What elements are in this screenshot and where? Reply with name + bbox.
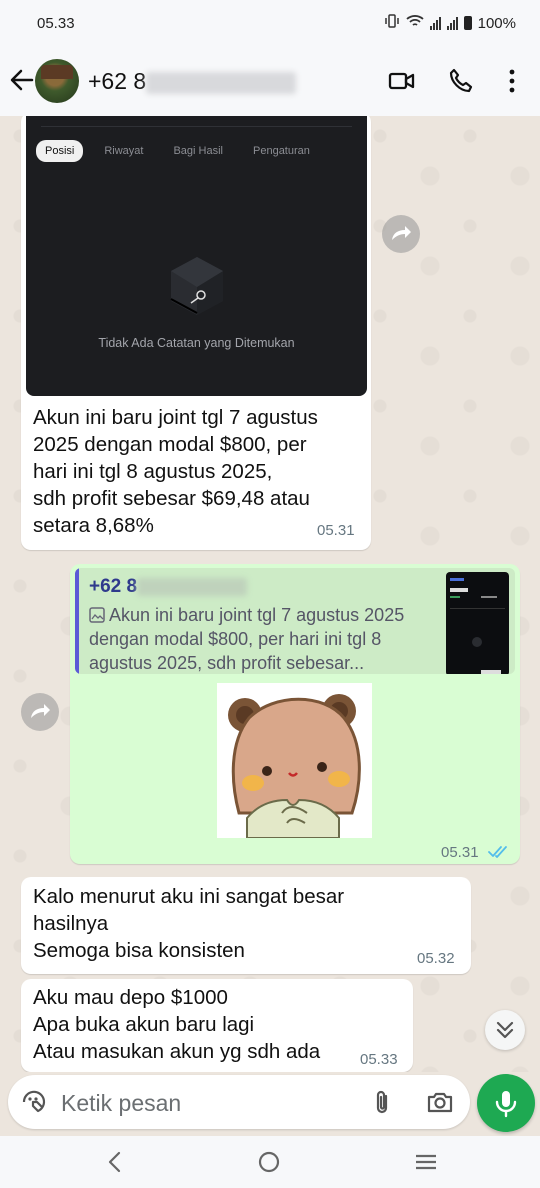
- contact-name[interactable]: +62 8: [88, 68, 297, 95]
- signal-icon-2: [446, 16, 458, 30]
- tab-posisi: Posisi: [36, 140, 84, 162]
- shared-screenshot[interactable]: Posisi Riwayat Bagi Hasil Pengaturan Tid…: [26, 116, 367, 396]
- message-composer[interactable]: Ketik pesan: [8, 1075, 470, 1129]
- quote-text-content: Akun ini baru joint tgl 7 agustus 2025 d…: [89, 605, 405, 673]
- back-arrow-icon[interactable]: [8, 66, 36, 94]
- double-chevron-down-icon: [485, 1021, 525, 1054]
- microphone-icon: [477, 1091, 535, 1136]
- message-text: Aku mau depo $1000 Apa buka akun baru la…: [33, 986, 321, 1063]
- bear-sticker[interactable]: [217, 683, 372, 839]
- forward-icon[interactable]: [21, 693, 59, 731]
- battery-icon: [463, 16, 472, 30]
- tab-bagi-hasil: Bagi Hasil: [173, 145, 223, 157]
- tab-pengaturan: Pengaturan: [253, 145, 310, 157]
- message-time: 05.33: [360, 1051, 398, 1068]
- screenshot-tabs: Posisi Riwayat Bagi Hasil Pengaturan: [36, 140, 319, 162]
- scroll-to-bottom-button[interactable]: [485, 1010, 525, 1050]
- message-time: 05.32: [417, 950, 455, 967]
- message-time: 05.31: [317, 522, 355, 539]
- message-text: Kalo menurut aku ini sangat besar hasiln…: [33, 885, 345, 962]
- divider: [41, 126, 352, 127]
- chat-area[interactable]: Posisi Riwayat Bagi Hasil Pengaturan Tid…: [0, 116, 540, 1072]
- nav-back-icon[interactable]: [103, 1150, 127, 1179]
- quote-author: +62 8: [89, 576, 248, 598]
- nav-recents-icon[interactable]: [414, 1150, 438, 1179]
- status-time: 05.33: [37, 15, 75, 32]
- chat-header: +62 8: [0, 46, 540, 116]
- system-navigation-bar: [0, 1136, 540, 1188]
- contact-number-prefix: +62 8: [88, 68, 147, 94]
- image-icon: [89, 605, 109, 625]
- message-text: Akun ini baru joint tgl 7 agustus 2025 d…: [33, 406, 318, 537]
- quoted-message[interactable]: +62 8 Akun ini baru joint tgl 7 agustus …: [75, 568, 515, 674]
- avatar[interactable]: [35, 59, 79, 103]
- redacted-number: [137, 577, 248, 596]
- tab-riwayat: Riwayat: [104, 145, 144, 157]
- voice-record-button[interactable]: [477, 1074, 535, 1132]
- forward-icon[interactable]: [382, 215, 420, 253]
- camera-icon[interactable]: [426, 1088, 454, 1116]
- attach-icon[interactable]: [368, 1088, 396, 1116]
- sticker-icon[interactable]: [20, 1088, 48, 1116]
- outgoing-message-sticker[interactable]: +62 8 Akun ini baru joint tgl 7 agustus …: [70, 564, 520, 864]
- incoming-message-image[interactable]: Posisi Riwayat Bagi Hasil Pengaturan Tid…: [21, 116, 371, 550]
- signal-icon: [429, 16, 441, 30]
- status-icons: 100%: [384, 14, 516, 32]
- video-call-icon[interactable]: [388, 67, 416, 95]
- quote-text: Akun ini baru joint tgl 7 agustus 2025 d…: [89, 603, 419, 674]
- quote-thumbnail: [446, 572, 509, 674]
- wifi-icon: [406, 14, 424, 32]
- empty-state-text: Tidak Ada Catatan yang Ditemukan: [98, 336, 295, 350]
- more-options-icon[interactable]: [498, 67, 526, 95]
- incoming-message-text[interactable]: Kalo menurut aku ini sangat besar hasiln…: [21, 877, 471, 974]
- nav-home-icon[interactable]: [257, 1150, 281, 1179]
- battery-percent: 100%: [477, 14, 516, 32]
- incoming-message-text[interactable]: Aku mau depo $1000 Apa buka akun baru la…: [21, 979, 413, 1072]
- empty-box-icon: [169, 255, 225, 317]
- voice-call-icon[interactable]: [447, 67, 475, 95]
- quote-author-prefix: +62 8: [89, 576, 138, 597]
- read-ticks-icon: [488, 845, 510, 864]
- redacted-number: [146, 71, 297, 94]
- message-time: 05.31: [441, 844, 479, 861]
- vibrate-icon: [384, 14, 400, 32]
- quote-bar: [75, 568, 79, 674]
- status-bar: 05.33 100%: [0, 0, 540, 46]
- message-input[interactable]: Ketik pesan: [61, 1090, 181, 1117]
